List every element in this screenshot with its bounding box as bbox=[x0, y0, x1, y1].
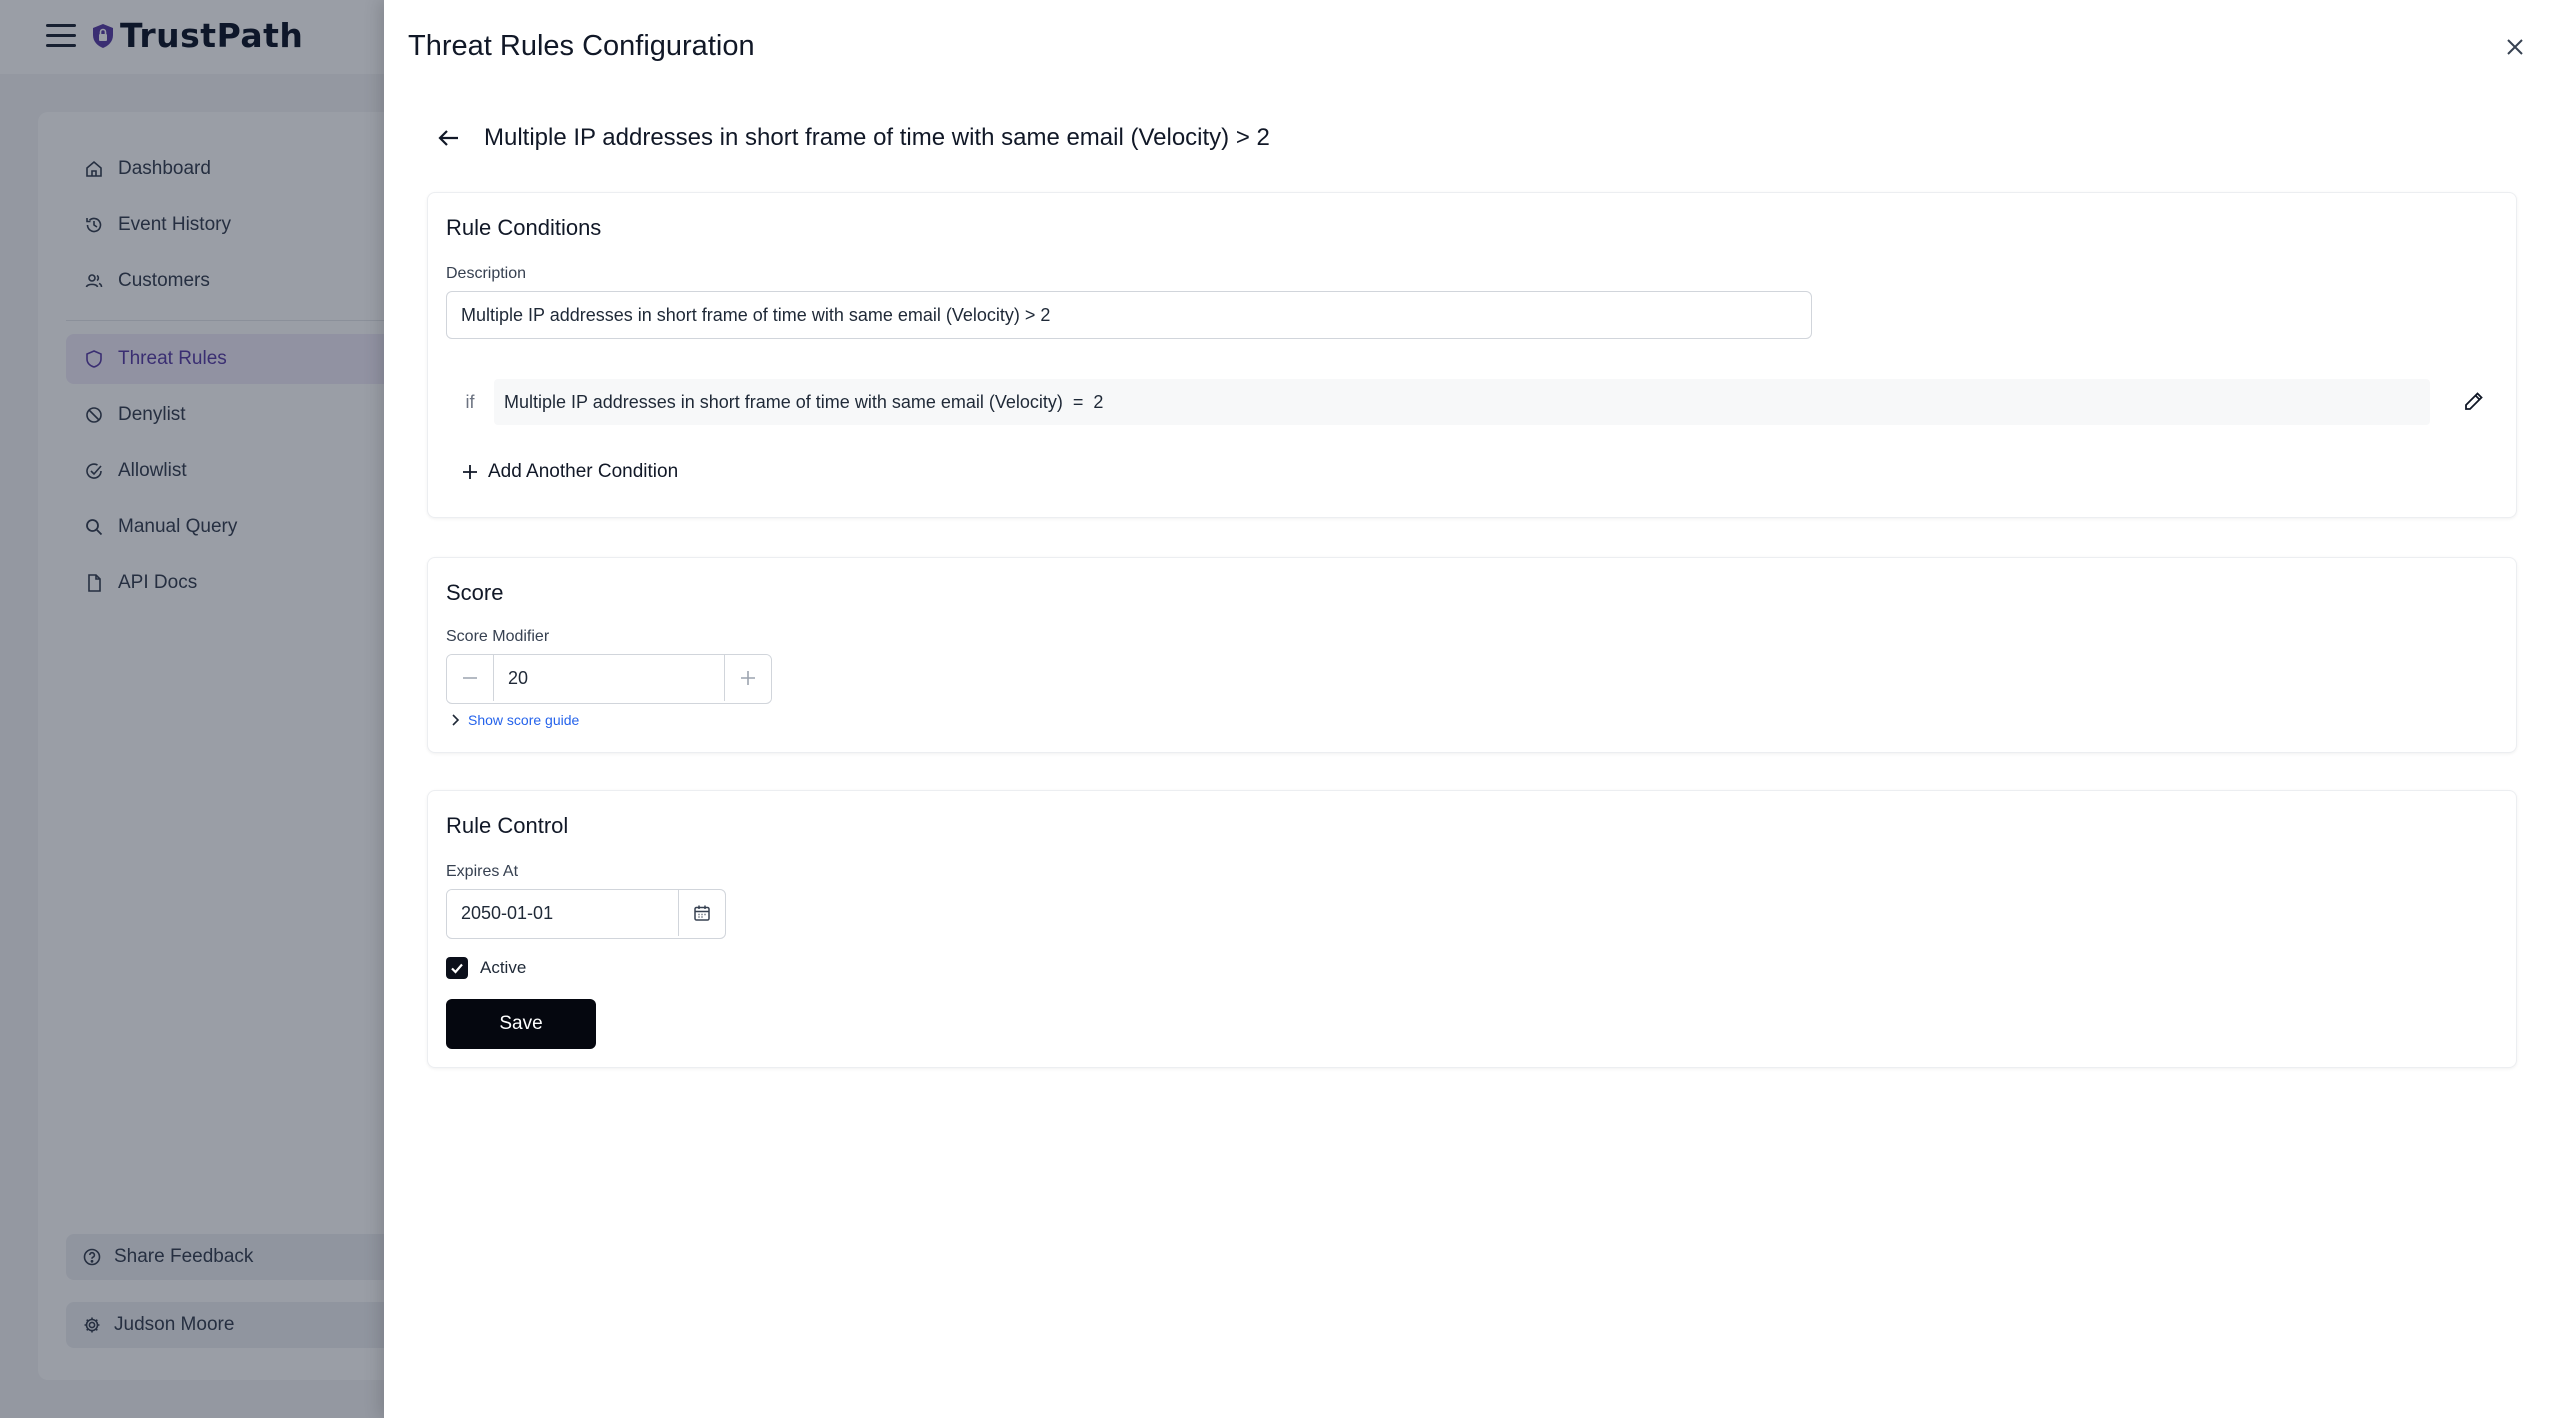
condition-row: if Multiple IP addresses in short frame … bbox=[446, 379, 2486, 425]
chevron-right-icon bbox=[452, 714, 460, 726]
description-input[interactable] bbox=[446, 291, 1812, 339]
rule-heading: Multiple IP addresses in short frame of … bbox=[484, 124, 1270, 151]
rule-control-card: Rule Control Expires At Active Save bbox=[427, 790, 2517, 1068]
pencil-edit-icon[interactable] bbox=[2462, 389, 2486, 413]
rule-conditions-card: Rule Conditions Description if Multiple … bbox=[427, 192, 2517, 518]
plus-icon bbox=[463, 465, 477, 479]
calendar-button[interactable] bbox=[679, 890, 725, 936]
score-guide-label: Show score guide bbox=[468, 712, 580, 728]
score-title: Score bbox=[446, 580, 504, 605]
condition-operator: = bbox=[1072, 391, 1084, 412]
decrement-button[interactable] bbox=[447, 655, 493, 701]
drawer-title: Threat Rules Configuration bbox=[408, 30, 755, 62]
close-icon[interactable] bbox=[2504, 36, 2526, 58]
expires-at-field bbox=[446, 889, 726, 939]
condition-value: 2 bbox=[1093, 391, 1104, 412]
save-button[interactable]: Save bbox=[446, 999, 596, 1049]
description-label: Description bbox=[446, 265, 527, 282]
minus-icon bbox=[463, 677, 477, 679]
threat-rules-drawer: Threat Rules Configuration Multiple IP a… bbox=[384, 0, 2560, 1418]
add-condition-label: Add Another Condition bbox=[488, 461, 679, 482]
rule-conditions-title: Rule Conditions bbox=[446, 215, 602, 240]
condition-field: Multiple IP addresses in short frame of … bbox=[504, 391, 1063, 412]
rule-control-title: Rule Control bbox=[446, 813, 569, 838]
condition-prefix: if bbox=[465, 391, 475, 412]
active-label: Active bbox=[480, 958, 527, 977]
increment-button[interactable] bbox=[725, 655, 771, 701]
score-modifier-stepper bbox=[446, 654, 772, 704]
active-checkbox[interactable] bbox=[446, 957, 468, 979]
checkmark-icon bbox=[451, 963, 463, 974]
back-arrow-icon[interactable] bbox=[436, 126, 462, 150]
condition-expression[interactable]: Multiple IP addresses in short frame of … bbox=[494, 379, 2430, 425]
score-card: Score Score Modifier Show score guide bbox=[427, 557, 2517, 753]
add-condition-button[interactable]: Add Another Condition bbox=[460, 461, 678, 483]
plus-icon bbox=[741, 671, 755, 685]
score-modifier-input[interactable] bbox=[493, 655, 725, 701]
calendar-icon bbox=[694, 905, 710, 921]
score-modifier-label: Score Modifier bbox=[446, 628, 550, 645]
show-score-guide-link[interactable]: Show score guide bbox=[448, 712, 579, 728]
expires-at-input[interactable] bbox=[447, 890, 679, 936]
expires-at-label: Expires At bbox=[446, 863, 519, 880]
